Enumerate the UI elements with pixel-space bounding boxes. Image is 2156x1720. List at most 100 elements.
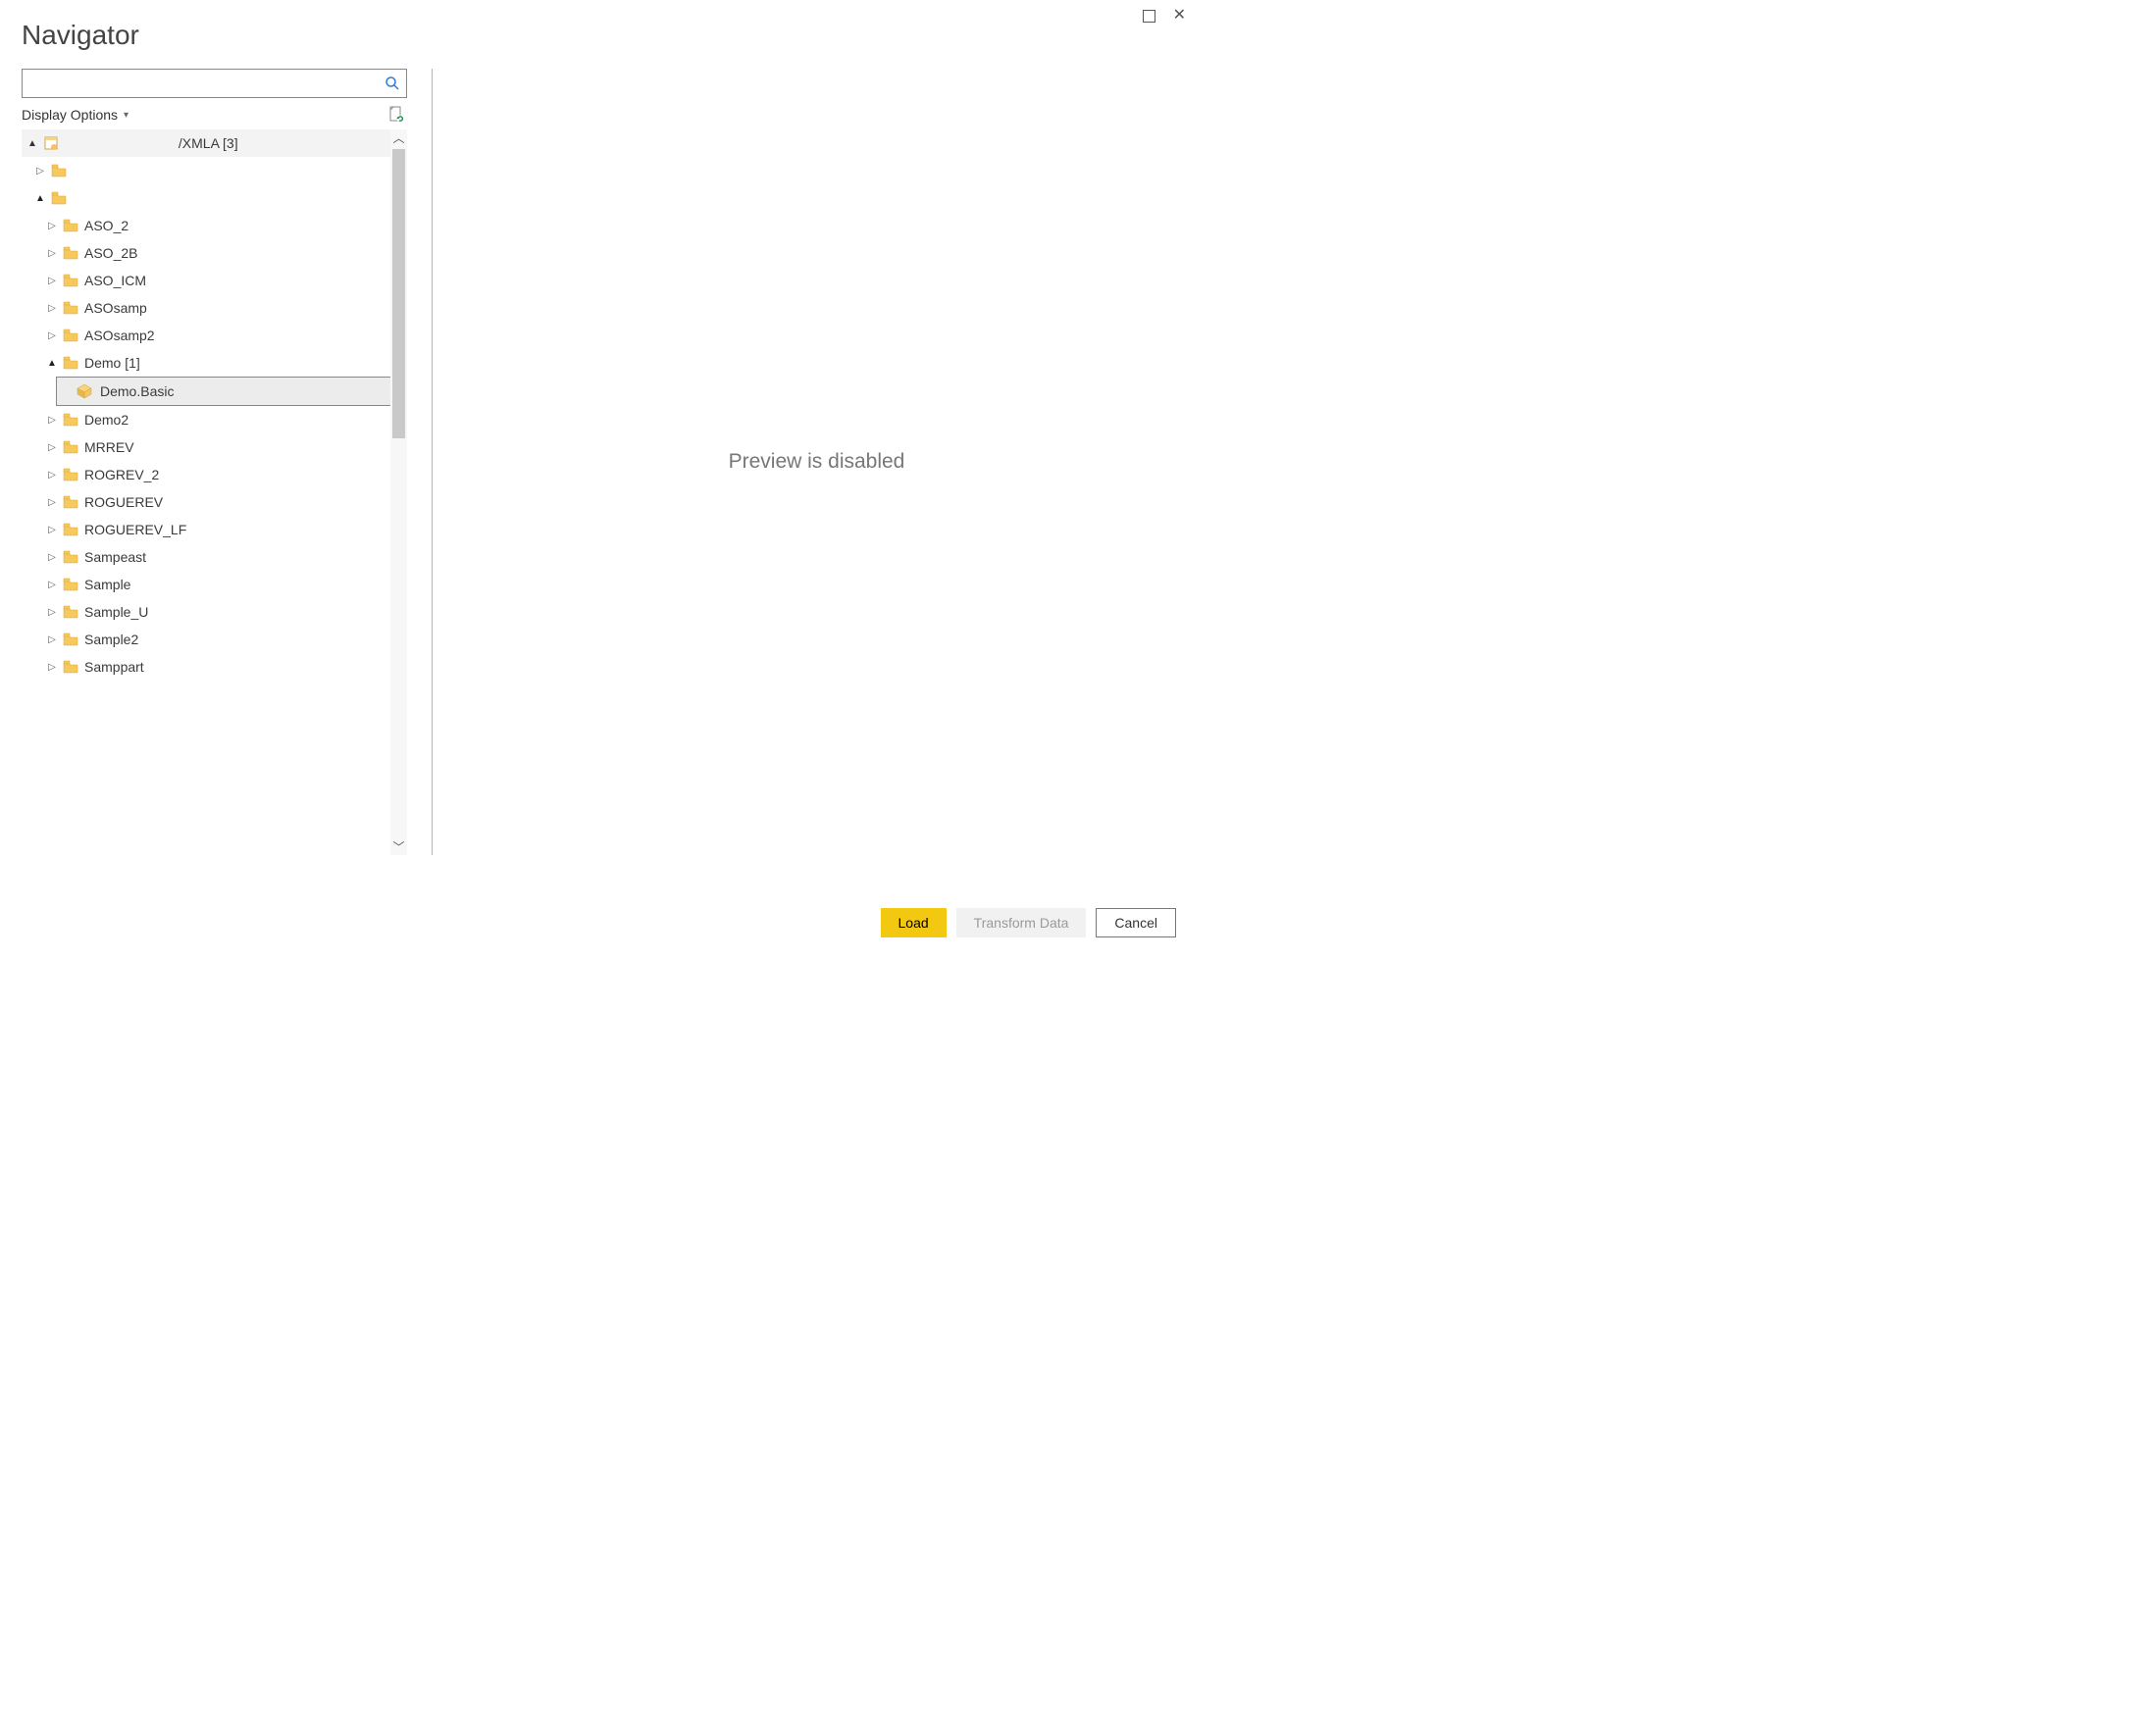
expand-toggle-icon[interactable]: ▷ (47, 276, 57, 286)
tree-item-label: Demo [1] (84, 355, 140, 371)
tree-item-label: ASO_2 (84, 218, 128, 233)
tree-item-label: Sample2 (84, 632, 138, 647)
cancel-button[interactable]: Cancel (1096, 908, 1176, 937)
tree-item-label: Demo.Basic (100, 383, 174, 399)
tree-folder[interactable]: ▷ Sampeast (22, 543, 390, 571)
preview-pane: Preview is disabled (457, 69, 1176, 855)
tree-folder[interactable]: ▷ MRREV (22, 433, 390, 461)
search-box[interactable] (22, 69, 407, 98)
folder-icon (63, 274, 78, 287)
tree-folder-expanded[interactable]: ▲ (22, 184, 390, 212)
tree-item-label: ASO_2B (84, 245, 137, 261)
expand-toggle-icon[interactable]: ▷ (47, 330, 57, 341)
tree-root-label: /XMLA [3] (179, 135, 238, 151)
expand-toggle-icon[interactable]: ▷ (47, 607, 57, 618)
expand-toggle-icon[interactable]: ▷ (47, 497, 57, 508)
scroll-thumb[interactable] (392, 149, 405, 438)
folder-icon (63, 219, 78, 232)
folder-icon (63, 246, 78, 260)
expand-toggle-icon[interactable]: ▷ (47, 442, 57, 453)
search-input[interactable] (30, 75, 385, 92)
tree-cube-selected[interactable]: Demo.Basic (56, 377, 390, 406)
tree-scrollbar[interactable]: ︿ ﹀ (390, 129, 407, 855)
folder-icon (63, 550, 78, 564)
close-icon[interactable]: ✕ (1173, 8, 1186, 24)
tree-item-label: Demo2 (84, 412, 128, 428)
tree-item-label: ROGUEREV (84, 494, 163, 510)
scroll-up-icon[interactable]: ︿ (390, 129, 407, 146)
expand-toggle-icon[interactable]: ▷ (47, 248, 57, 259)
tree: ▲ /XMLA [3] ▷ (22, 129, 390, 855)
folder-icon (63, 329, 78, 342)
tree-item-label: Samppart (84, 659, 144, 675)
tree-item-label: ASO_ICM (84, 273, 146, 288)
tree-item-label: ROGREV_2 (84, 467, 159, 482)
tree-folder[interactable]: ▷ ROGUEREV (22, 488, 390, 516)
preview-message: Preview is disabled (729, 450, 905, 474)
tree-item-label: Sample (84, 577, 130, 592)
display-options-dropdown[interactable]: Display Options ▾ (22, 107, 128, 123)
options-row: Display Options ▾ (22, 98, 407, 129)
expand-toggle-icon[interactable]: ▷ (47, 415, 57, 426)
tree-folder[interactable]: ▷ ASOsamp (22, 294, 390, 322)
tree-folder-collapsed[interactable]: ▷ (22, 157, 390, 184)
main-area: Display Options ▾ ▲ (0, 51, 1198, 855)
dropdown-caret-icon: ▾ (124, 110, 128, 121)
expand-toggle-icon[interactable]: ▷ (47, 221, 57, 231)
tree-folder[interactable]: ▷ ASO_2 (22, 212, 390, 239)
tree-folder[interactable]: ▷ Demo2 (22, 406, 390, 433)
maximize-icon[interactable] (1143, 10, 1155, 23)
scroll-down-icon[interactable]: ﹀ (390, 838, 407, 855)
expand-toggle-icon[interactable]: ▷ (47, 634, 57, 645)
dialog-footer: Load Transform Data Cancel (881, 908, 1176, 937)
window-controls: ✕ (1143, 8, 1186, 24)
tree-item-label: ASOsamp2 (84, 328, 155, 343)
folder-icon (63, 523, 78, 536)
tree-folder-demo[interactable]: ▲ Demo [1] (22, 349, 390, 377)
expand-toggle-icon[interactable]: ▷ (47, 525, 57, 535)
tree-folder[interactable]: ▷ Samppart (22, 653, 390, 681)
navigator-dialog: ✕ Navigator Display Options ▾ (0, 0, 1198, 955)
tree-folder[interactable]: ▷ ROGUEREV_LF (22, 516, 390, 543)
folder-icon (51, 191, 67, 205)
search-icon[interactable] (385, 76, 400, 91)
folder-icon (63, 632, 78, 646)
expand-toggle-icon[interactable]: ▷ (47, 580, 57, 590)
load-button[interactable]: Load (881, 908, 947, 937)
folder-icon (63, 440, 78, 454)
folder-icon (63, 660, 78, 674)
folder-icon (63, 413, 78, 427)
expand-toggle-icon[interactable]: ▲ (35, 193, 45, 204)
folder-icon (63, 356, 78, 370)
tree-folder[interactable]: ▷ ASO_ICM (22, 267, 390, 294)
tree-root-node[interactable]: ▲ /XMLA [3] (22, 129, 390, 157)
expand-toggle-icon[interactable]: ▲ (47, 358, 57, 369)
expand-toggle-icon[interactable]: ▲ (27, 138, 37, 149)
tree-folder[interactable]: ▷ Sample2 (22, 626, 390, 653)
expand-toggle-icon[interactable]: ▷ (35, 166, 45, 177)
tree-item-label: Sampeast (84, 549, 146, 565)
tree-item-label: MRREV (84, 439, 134, 455)
expand-toggle-icon[interactable]: ▷ (47, 303, 57, 314)
database-icon (43, 135, 59, 151)
tree-folder[interactable]: ▷ ASO_2B (22, 239, 390, 267)
display-options-label: Display Options (22, 107, 118, 123)
expand-toggle-icon[interactable]: ▷ (47, 552, 57, 563)
cube-icon (77, 383, 92, 399)
refresh-icon[interactable] (387, 106, 405, 124)
transform-data-button: Transform Data (956, 908, 1087, 937)
folder-icon (63, 468, 78, 481)
folder-icon (63, 578, 78, 591)
left-pane: Display Options ▾ ▲ (22, 69, 407, 855)
tree-folder[interactable]: ▷ Sample_U (22, 598, 390, 626)
tree-folder[interactable]: ▷ Sample (22, 571, 390, 598)
tree-container: ▲ /XMLA [3] ▷ (22, 129, 407, 855)
tree-folder[interactable]: ▷ ASOsamp2 (22, 322, 390, 349)
expand-toggle-icon[interactable]: ▷ (47, 662, 57, 673)
folder-icon (51, 164, 67, 177)
tree-item-label: ASOsamp (84, 300, 147, 316)
pane-divider (432, 69, 433, 855)
folder-icon (63, 495, 78, 509)
expand-toggle-icon[interactable]: ▷ (47, 470, 57, 481)
tree-folder[interactable]: ▷ ROGREV_2 (22, 461, 390, 488)
